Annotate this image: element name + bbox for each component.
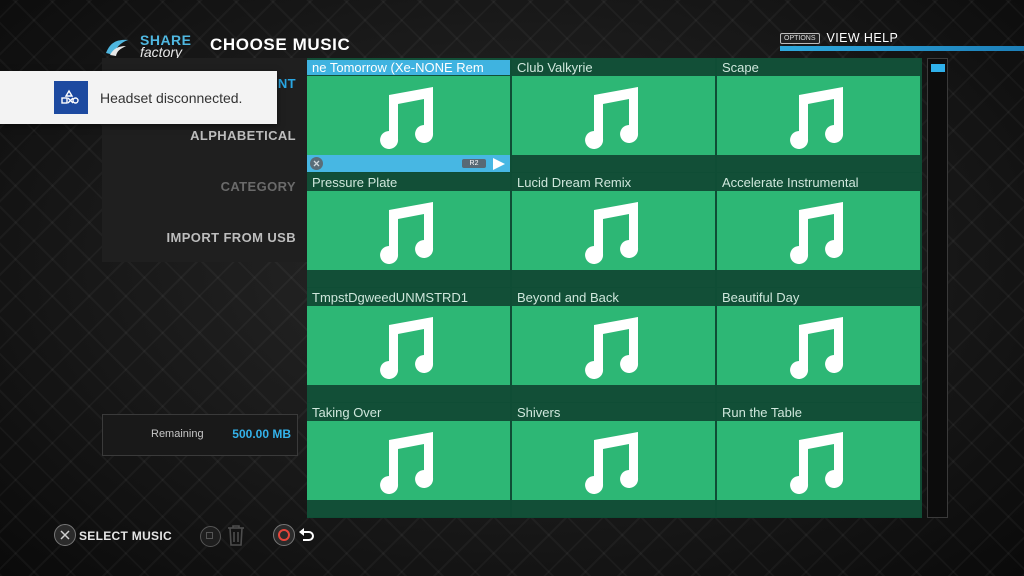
play-icon[interactable] — [493, 158, 505, 170]
track-title: Taking Over — [312, 405, 382, 420]
track-tile[interactable]: Accelerate Instrumental — [717, 173, 920, 287]
circle-button-icon[interactable] — [273, 524, 295, 546]
scrollbar-thumb[interactable] — [931, 64, 945, 72]
track-art — [717, 421, 920, 500]
sharefactory-logo: SHARE factory — [104, 32, 196, 61]
track-tile[interactable]: Beyond and Back — [512, 288, 715, 402]
cross-button-icon[interactable] — [54, 524, 76, 546]
view-help-label: VIEW HELP — [826, 31, 899, 45]
cross-button-icon — [310, 157, 323, 170]
music-note-icon — [789, 431, 843, 494]
sidebar-item-recent[interactable]: NT — [278, 76, 296, 91]
track-tile[interactable]: ne Tomorrow (Xe-NONE Rem R2 — [307, 58, 510, 172]
track-title: Club Valkyrie — [517, 60, 593, 75]
grid-scrollbar[interactable] — [927, 58, 948, 518]
track-tile[interactable]: Lucid Dream Remix — [512, 173, 715, 287]
track-tile[interactable]: Pressure Plate — [307, 173, 510, 287]
remaining-label: Remaining — [151, 428, 204, 440]
trash-icon[interactable] — [227, 524, 245, 546]
track-art — [717, 306, 920, 385]
music-note-icon — [789, 316, 843, 379]
track-tile[interactable]: Shivers — [512, 403, 715, 517]
help-underline — [780, 46, 1024, 51]
track-tile[interactable]: Run the Table — [717, 403, 920, 517]
music-note-icon — [379, 86, 433, 149]
sidebar-item-import-from-usb[interactable]: IMPORT FROM USB — [167, 230, 297, 245]
track-art — [717, 76, 920, 155]
page-title: CHOOSE MUSIC — [210, 35, 351, 54]
view-help-button[interactable]: OPTIONS VIEW HELP — [780, 30, 898, 46]
headset-toast-notification: Headset disconnected. — [0, 71, 277, 124]
r2-button-icon: R2 — [462, 159, 486, 168]
sidebar-item-category[interactable]: CATEGORY — [221, 179, 296, 194]
track-art — [307, 76, 510, 155]
track-title: Beyond and Back — [517, 290, 619, 305]
remaining-storage-panel: Remaining 500.00 MB — [102, 414, 298, 456]
track-art — [512, 191, 715, 270]
back-arrow-icon[interactable] — [298, 526, 316, 544]
music-note-icon — [789, 86, 843, 149]
music-note-icon — [379, 431, 433, 494]
track-art — [717, 191, 920, 270]
track-tile[interactable]: Taking Over — [307, 403, 510, 517]
track-title: Pressure Plate — [312, 175, 398, 190]
track-title: Beautiful Day — [722, 290, 800, 305]
music-note-icon — [584, 316, 638, 379]
track-title: Run the Table — [722, 405, 802, 420]
track-tile[interactable]: TmpstDgweedUNMSTRD1 — [307, 288, 510, 402]
toast-message: Headset disconnected. — [100, 90, 243, 106]
track-tile[interactable]: Club Valkyrie — [512, 58, 715, 172]
music-note-icon — [379, 201, 433, 264]
music-note-icon — [789, 201, 843, 264]
track-art — [512, 306, 715, 385]
select-music-hint: SELECT MUSIC — [79, 529, 172, 543]
preview-controls-bar[interactable]: R2 — [307, 155, 510, 172]
track-art — [307, 421, 510, 500]
track-art — [307, 191, 510, 270]
remaining-value: 500.00 MB — [232, 427, 291, 441]
music-note-icon — [584, 86, 638, 149]
track-art — [307, 306, 510, 385]
track-title: TmpstDgweedUNMSTRD1 — [312, 290, 469, 305]
options-button-icon: OPTIONS — [780, 32, 820, 44]
sharefactory-logo-icon — [106, 39, 128, 56]
track-title: Accelerate Instrumental — [722, 175, 859, 190]
music-grid: ne Tomorrow (Xe-NONE Rem R2 Club Valkyri… — [307, 58, 922, 518]
music-note-icon — [379, 316, 433, 379]
track-tile[interactable]: Beautiful Day — [717, 288, 920, 402]
square-button-icon[interactable] — [200, 526, 221, 547]
track-title: Shivers — [517, 405, 561, 420]
playstation-buttons-icon — [54, 81, 88, 114]
track-title: ne Tomorrow (Xe-NONE Rem — [307, 60, 510, 75]
music-note-icon — [584, 431, 638, 494]
track-title: Lucid Dream Remix — [517, 175, 632, 190]
track-art — [512, 421, 715, 500]
track-art — [512, 76, 715, 155]
sidebar-item-alphabetical[interactable]: ALPHABETICAL — [190, 128, 296, 143]
track-tile[interactable]: Scape — [717, 58, 920, 172]
track-title: Scape — [722, 60, 759, 75]
music-note-icon — [584, 201, 638, 264]
